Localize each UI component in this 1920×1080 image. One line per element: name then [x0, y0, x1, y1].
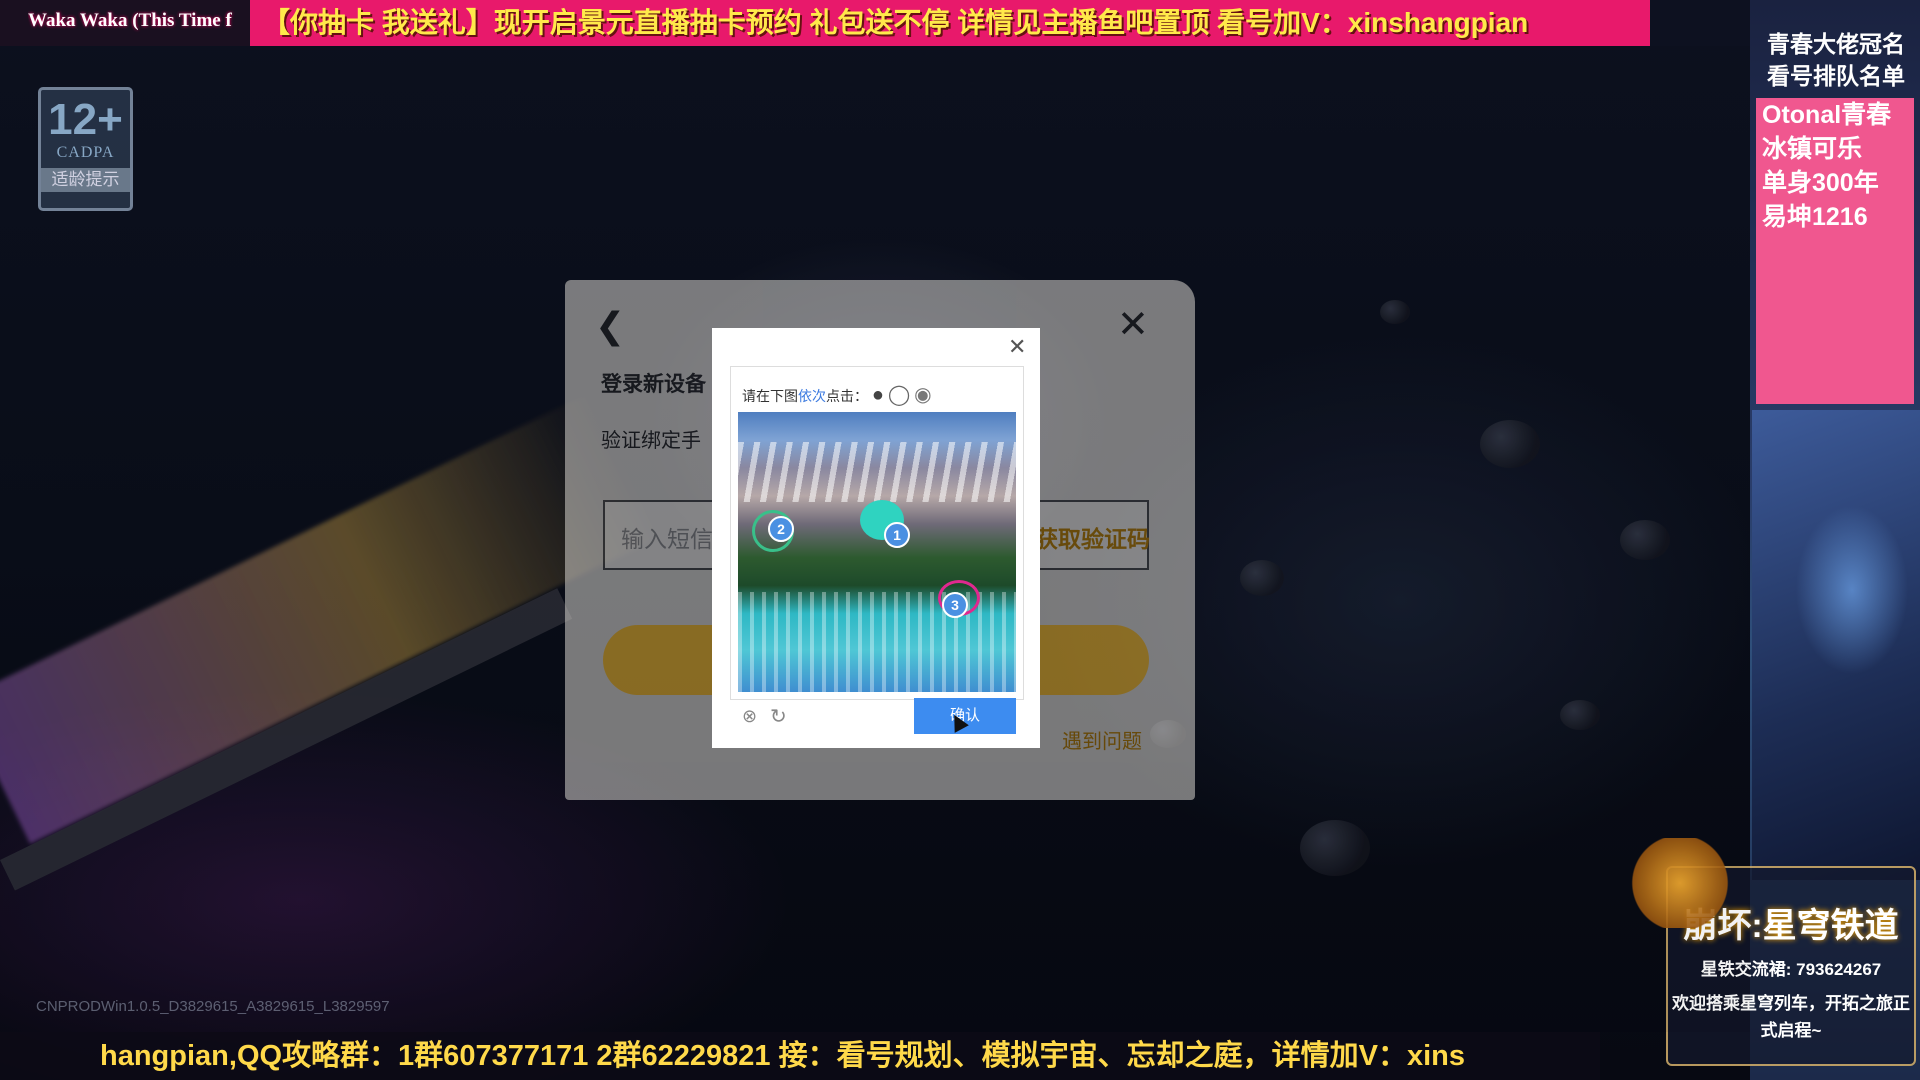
refresh-icon[interactable]: ↻	[770, 704, 787, 729]
click-marker-3: 3	[942, 592, 968, 618]
character-art	[1752, 410, 1920, 880]
captcha-dialog: ✕ 请在下图依次点击： ● ◯ ◉ 1 2 3 ⊗ ↻ 确认	[712, 328, 1040, 748]
coin-icon: ◉	[914, 384, 932, 406]
close-icon[interactable]: ✕	[1117, 302, 1149, 347]
captcha-image[interactable]: 1 2 3	[738, 412, 1016, 692]
get-code-button[interactable]: 获取验证码	[1035, 520, 1150, 554]
song-title: Waka Waka (This Time f	[28, 10, 232, 31]
confirm-button[interactable]: 确认	[914, 698, 1016, 734]
click-marker-1: 1	[884, 522, 910, 548]
balloon-icon: ◯	[887, 384, 911, 406]
login-subtitle: 验证绑定手	[601, 430, 701, 452]
tree-icon: ●	[871, 384, 884, 406]
list-item: 易坤1216	[1762, 203, 1868, 231]
list-item: 冰镇可乐	[1762, 135, 1863, 163]
sms-placeholder: 输入短信	[621, 526, 713, 552]
bottom-ticker: hangpian,QQ攻略群：1群607377171 2群62229821 接：…	[100, 1040, 1465, 1072]
sidebar-name-list: Otonal青春 冰镇可乐 单身300年 易坤1216	[1756, 98, 1914, 404]
back-icon[interactable]: ❮	[595, 305, 625, 347]
captcha-prompt: 请在下图依次点击： ● ◯ ◉	[742, 384, 932, 406]
sidebar-title: 青春大佬冠名看号排队名单	[1767, 31, 1905, 89]
login-title: 登录新设备	[601, 373, 706, 396]
captcha-close-icon[interactable]: ✕	[1008, 334, 1026, 360]
promo-banner: 【你抽卡 我送礼】现开启景元直播抽卡预约 礼包送不停 详情见主播鱼吧置顶 看号加…	[250, 0, 1650, 46]
cancel-icon[interactable]: ⊗	[742, 706, 757, 727]
list-item: 单身300年	[1762, 169, 1879, 197]
list-item: Otonal青春	[1762, 101, 1892, 129]
click-marker-2: 2	[768, 516, 794, 542]
help-link[interactable]: 遇到问题	[1062, 725, 1142, 754]
